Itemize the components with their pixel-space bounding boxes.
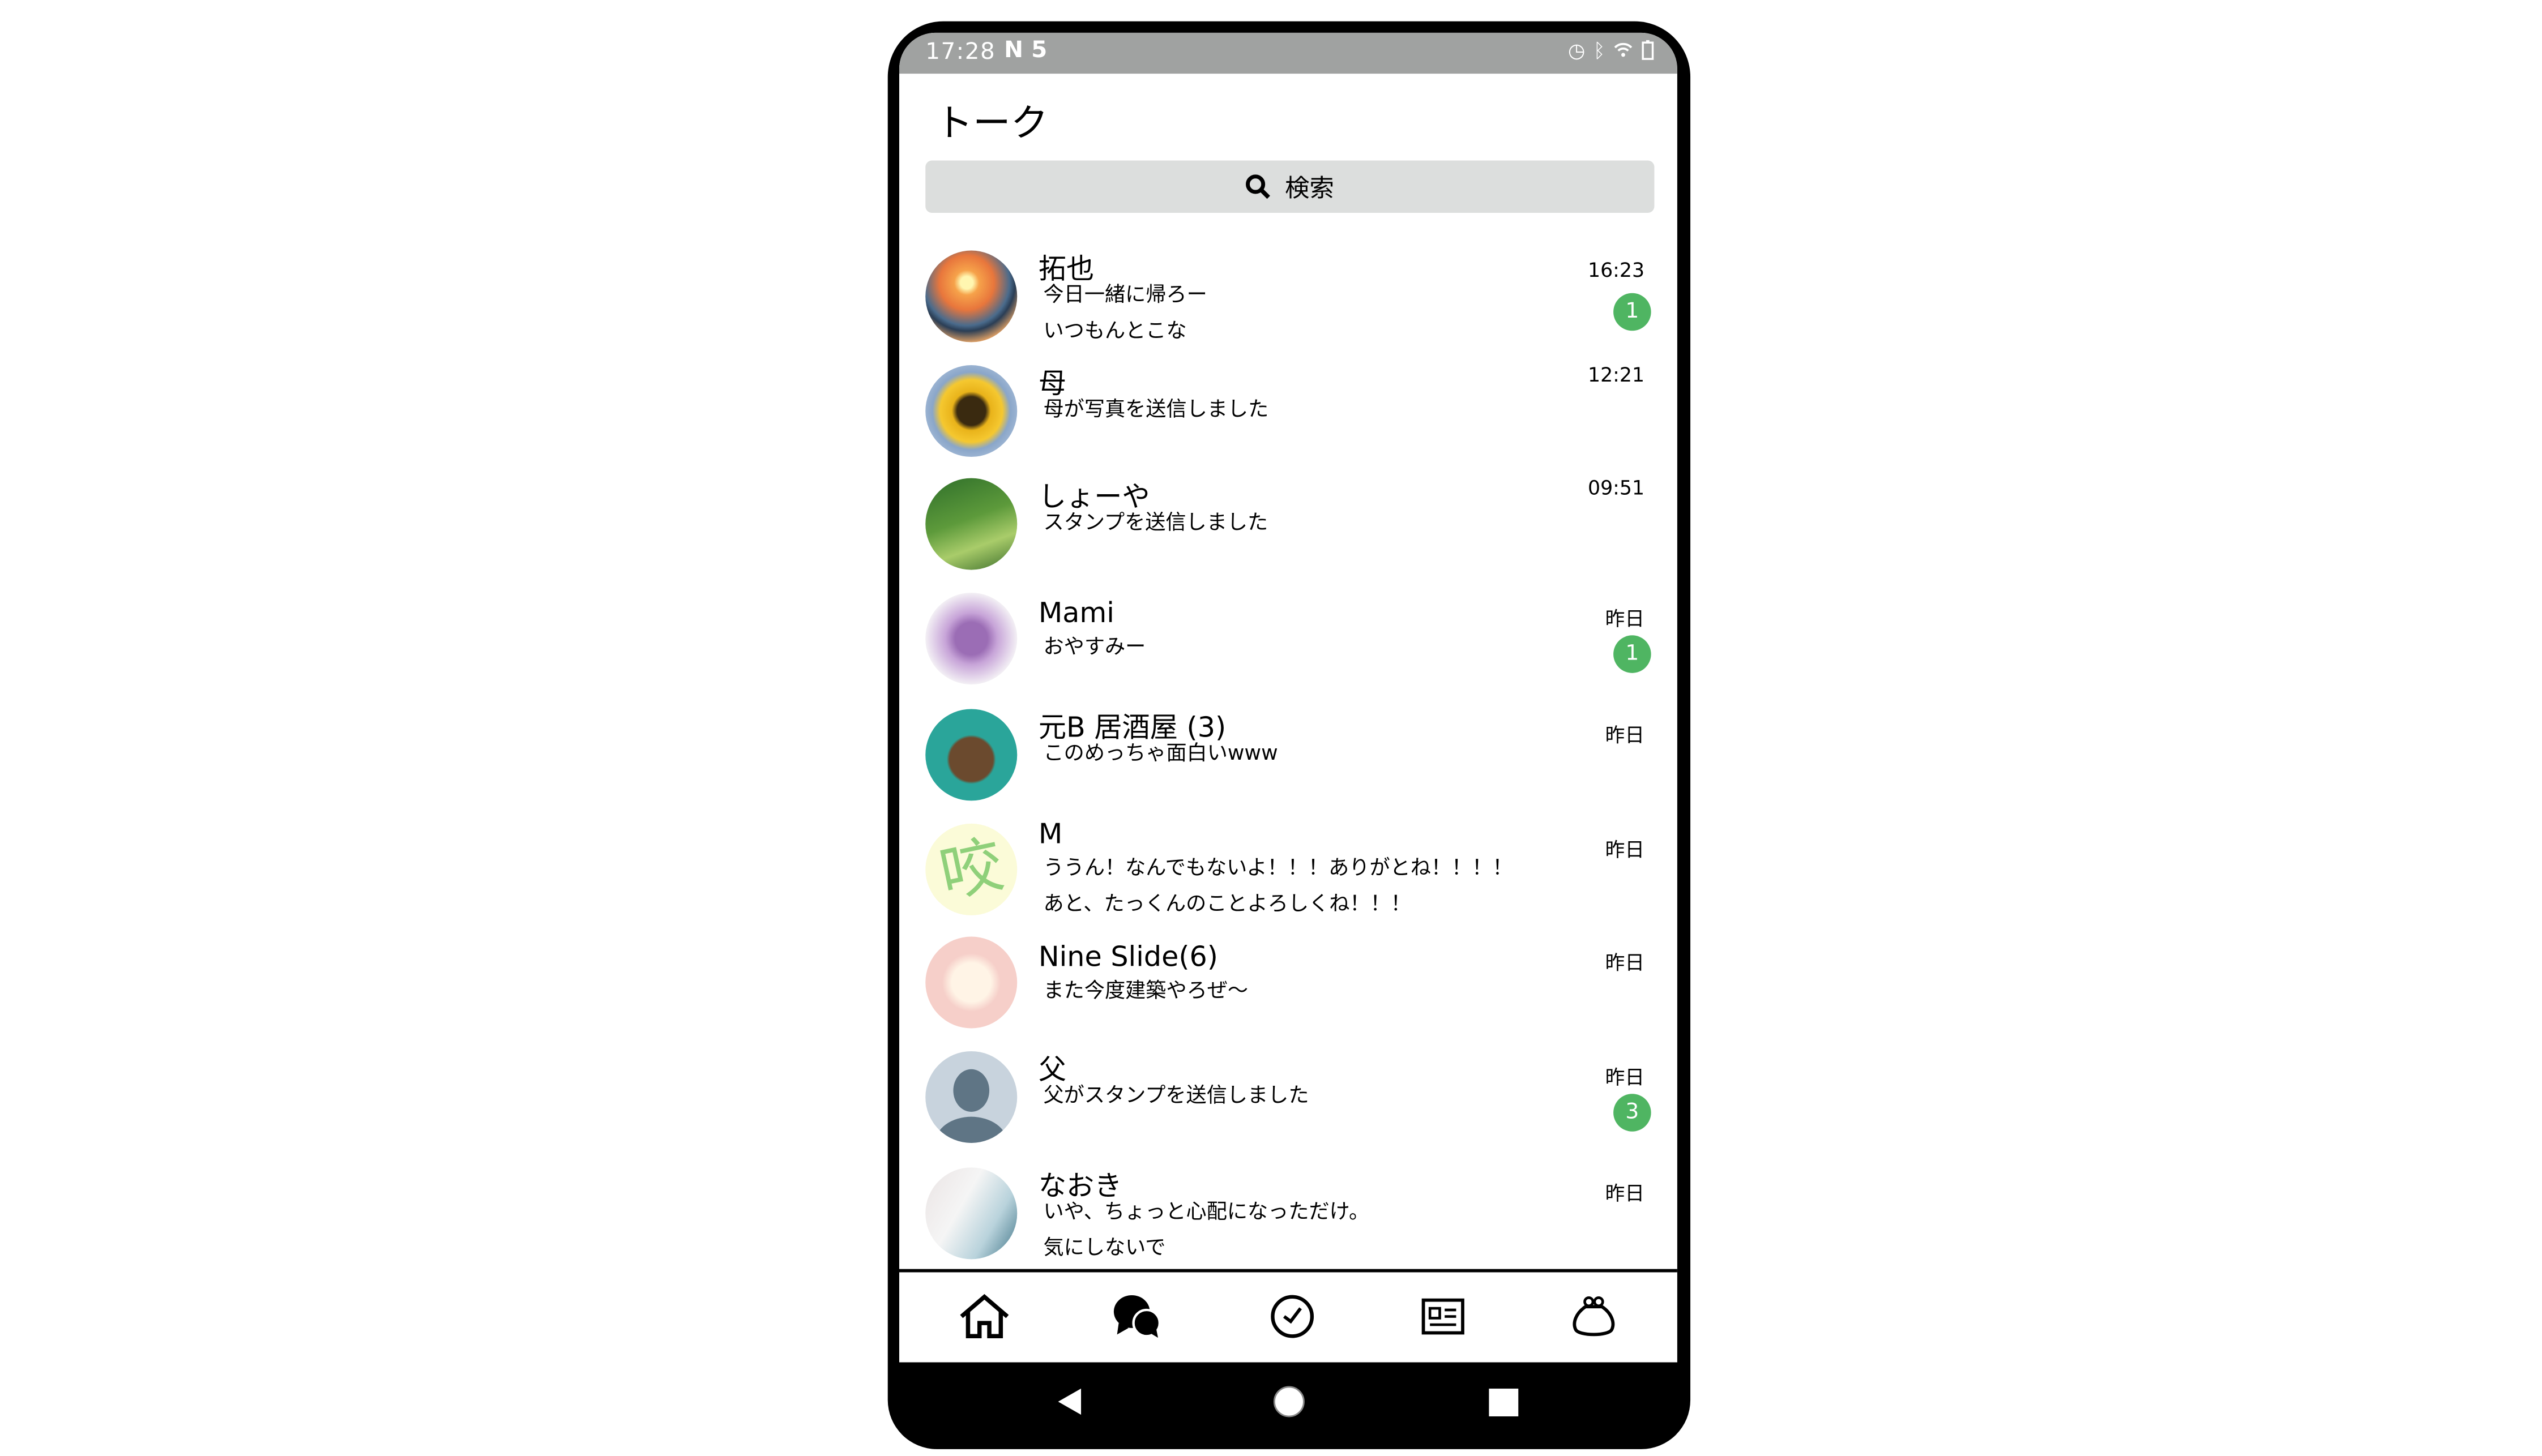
chat-time: 09:51 xyxy=(1588,476,1645,500)
screen: 17:28 N 5 ◷ ᛒ トーク 検索 拓也 今日一緒に帰ろー いつもんとこな 16… xyxy=(899,32,1677,1363)
bottom-nav xyxy=(899,1272,1677,1362)
chat-time: 昨日 xyxy=(1605,1066,1645,1089)
home-icon[interactable] xyxy=(958,1292,1011,1341)
avatar xyxy=(925,593,1018,685)
chat-list-item[interactable]: Mami おやすみー 昨日 1 xyxy=(899,585,1677,693)
bluetooth-icon: ᛒ xyxy=(1593,39,1605,62)
avatar xyxy=(925,1051,1018,1143)
status-bar: 17:28 N 5 ◷ ᛒ xyxy=(899,32,1677,74)
chat-list-item[interactable]: Nine Slide(6) また今度建築やろぜ～ 昨日 xyxy=(899,928,1677,1037)
alarm-icon: ◷ xyxy=(1568,39,1586,62)
chat-name: Mami xyxy=(1038,597,1114,631)
chat-list-item[interactable]: 母母が写真を送信しました 12:21 xyxy=(899,357,1677,465)
chat-preview: 母が写真を送信しました xyxy=(1043,396,1269,421)
system-nav xyxy=(899,1363,1677,1445)
home-circle-icon[interactable] xyxy=(1272,1385,1305,1418)
battery-icon xyxy=(1641,39,1654,65)
default-avatar-icon xyxy=(935,1069,1007,1143)
search-icon xyxy=(1246,174,1271,199)
avatar xyxy=(925,478,1018,570)
back-icon[interactable] xyxy=(1057,1387,1083,1416)
chat-preview: スタンプを送信しました xyxy=(1043,509,1268,534)
chat-time: 12:21 xyxy=(1588,363,1645,387)
notification-icons: N 5 xyxy=(1004,37,1048,64)
recents-icon[interactable] xyxy=(1489,1388,1519,1417)
chat-name: Nine Slide(6) xyxy=(1038,941,1219,975)
chat-preview: おやすみー xyxy=(1043,633,1146,658)
chat-list-item[interactable]: 元B 居酒屋 (3) このめっちゃ面白いwww 昨日 xyxy=(899,701,1677,809)
status-time: 17:28 xyxy=(925,39,996,66)
wifi-icon xyxy=(1613,39,1633,65)
chat-preview: いや、ちょっと心配になっただけ。 xyxy=(1043,1198,1370,1223)
unread-badge: 1 xyxy=(1613,293,1651,331)
timeline-icon[interactable] xyxy=(1266,1292,1319,1341)
chat-preview: このめっちゃ面白いwww xyxy=(1043,740,1278,765)
avatar xyxy=(925,936,1018,1029)
chat-list-item[interactable]: なおき いや、ちょっと心配になっただけ。 気にしないで 昨日 xyxy=(899,1159,1677,1267)
avatar-glyph: 咬 xyxy=(933,828,1010,911)
chat-time: 16:23 xyxy=(1588,259,1645,282)
avatar xyxy=(925,365,1018,457)
avatar xyxy=(925,250,1018,342)
chat-time: 昨日 xyxy=(1605,607,1645,631)
avatar xyxy=(925,1167,1018,1260)
chat-time: 昨日 xyxy=(1605,838,1645,862)
search-bar[interactable]: 検索 xyxy=(925,160,1655,213)
chat-preview: また今度建築やろぜ～ xyxy=(1043,977,1249,1003)
chat-preview: あと、たっくんのことよろしくね！！！ xyxy=(1043,890,1411,915)
chat-list-item[interactable]: 咬 M ううん！なんでもないよ！！！ありがとね！！！！ あと、たっくんのことよろしくね… xyxy=(899,815,1677,923)
chat-list-item[interactable]: 拓也 今日一緒に帰ろー いつもんとこな 16:23 1 xyxy=(899,242,1677,350)
unread-badge: 3 xyxy=(1613,1094,1651,1132)
chat-name: M xyxy=(1038,819,1063,852)
chat-preview: 気にしないで xyxy=(1043,1234,1166,1260)
unread-badge: 1 xyxy=(1613,635,1651,673)
avatar xyxy=(925,709,1018,801)
page-title: トーク xyxy=(935,103,1049,146)
search-label: 検索 xyxy=(1285,173,1334,203)
chat-time: 昨日 xyxy=(1605,723,1645,747)
chat-preview: 父がスタンプを送信しました xyxy=(1043,1082,1309,1107)
chat-time: 昨日 xyxy=(1605,1182,1645,1205)
chat-list-item[interactable]: しょーや スタンプを送信しました 09:51 xyxy=(899,470,1677,578)
chat-preview: ううん！なんでもないよ！！！ありがとね！！！！ xyxy=(1043,854,1513,880)
chat-time: 昨日 xyxy=(1605,951,1645,975)
chat-icon[interactable] xyxy=(1110,1292,1163,1341)
news-icon[interactable] xyxy=(1417,1292,1469,1341)
chat-preview: 今日一緒に帰ろー xyxy=(1043,281,1207,306)
chat-list-item[interactable]: 父父がスタンプを送信しました 昨日 3 xyxy=(899,1043,1677,1151)
avatar: 咬 xyxy=(925,823,1018,915)
wallet-icon[interactable] xyxy=(1567,1292,1620,1341)
chat-preview: いつもんとこな xyxy=(1043,318,1187,342)
